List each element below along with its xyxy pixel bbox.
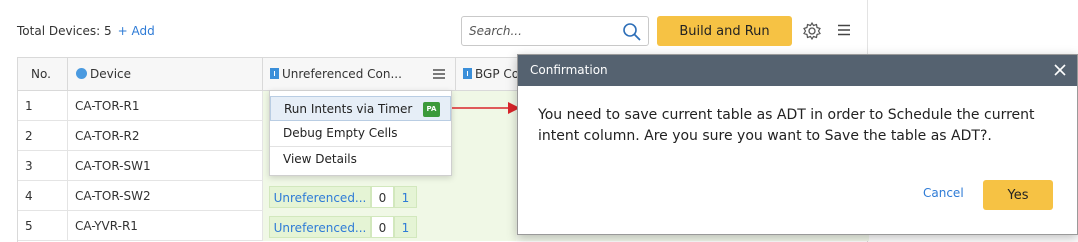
count-one-link[interactable]: 1: [394, 216, 417, 238]
search-icon[interactable]: [622, 22, 642, 42]
gear-icon[interactable]: [802, 21, 822, 41]
device-name[interactable]: CA-TOR-R2: [68, 121, 263, 151]
build-and-run-button[interactable]: Build and Run: [657, 16, 792, 46]
unreferenced-value-link[interactable]: Unreferenced...: [269, 186, 371, 208]
menu-item-debug-empty-cells[interactable]: Debug Empty Cells: [270, 121, 451, 146]
confirmation-dialog: Confirmation You need to save current ta…: [517, 54, 1078, 235]
search-input[interactable]: [469, 17, 619, 45]
column-menu-icon[interactable]: [432, 67, 446, 81]
toolbar-summary: Total Devices: 5 + Add: [17, 24, 155, 38]
count-zero: 0: [371, 186, 394, 208]
cancel-button[interactable]: Cancel: [923, 186, 964, 200]
col-header-unreferenced-label: Unreferenced Con...: [282, 67, 402, 81]
unreferenced-cell[interactable]: Unreferenced... 0 1: [263, 181, 516, 211]
search-box[interactable]: [461, 16, 649, 46]
red-arrow-icon: [452, 102, 520, 114]
device-name[interactable]: CA-YVR-R1: [68, 211, 263, 241]
dialog-title: Confirmation: [518, 55, 1077, 86]
row-number: 1: [18, 91, 68, 121]
row-number: 3: [18, 151, 68, 181]
close-icon[interactable]: [1052, 62, 1068, 78]
dialog-message: You need to save current table as ADT in…: [538, 107, 1035, 144]
column-context-menu: Run Intents via Timer PA Debug Empty Cel…: [269, 90, 452, 176]
col-header-device[interactable]: Device: [68, 58, 263, 91]
col-header-bgp-label: BGP Co: [475, 67, 520, 81]
unreferenced-value-link[interactable]: Unreferenced...: [269, 216, 371, 238]
menu-item-run-intents-via-timer[interactable]: Run Intents via Timer PA: [270, 96, 451, 121]
menu-item-label: Run Intents via Timer: [284, 102, 413, 116]
device-icon: [76, 68, 87, 79]
device-name[interactable]: CA-TOR-R1: [68, 91, 263, 121]
row-number: 5: [18, 211, 68, 241]
count-zero: 0: [371, 216, 394, 238]
total-devices-label: Total Devices: 5: [17, 24, 112, 38]
row-number: 2: [18, 121, 68, 151]
count-one-link[interactable]: 1: [394, 186, 417, 208]
col-header-unreferenced[interactable]: Unreferenced Con...: [263, 58, 456, 91]
pa-badge-icon: PA: [423, 102, 440, 117]
add-device-link[interactable]: + Add: [118, 24, 155, 38]
yes-button[interactable]: Yes: [983, 180, 1053, 210]
menu-icon[interactable]: [836, 22, 852, 38]
col-header-no[interactable]: No.: [18, 58, 68, 91]
intent-column-icon: [463, 68, 472, 79]
device-name[interactable]: CA-TOR-SW2: [68, 181, 263, 211]
row-number: 4: [18, 181, 68, 211]
intent-column-icon: [270, 68, 279, 79]
unreferenced-cell[interactable]: Unreferenced... 0 1: [263, 211, 516, 241]
device-name[interactable]: CA-TOR-SW1: [68, 151, 263, 181]
col-header-device-label: Device: [90, 67, 132, 81]
menu-item-view-details[interactable]: View Details: [270, 146, 451, 171]
